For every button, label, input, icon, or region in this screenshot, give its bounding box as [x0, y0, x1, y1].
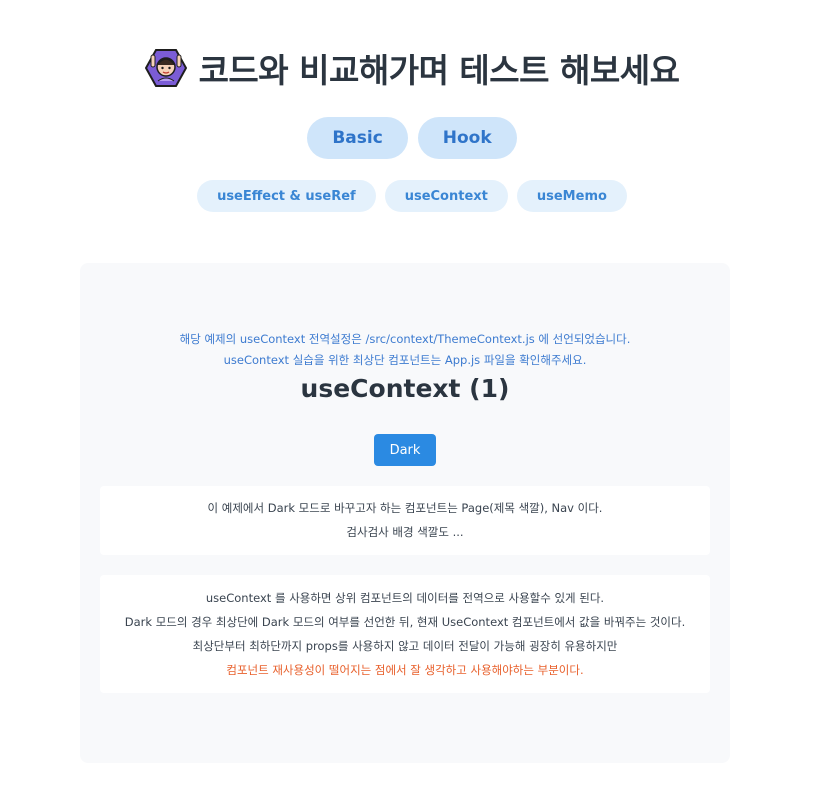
tab-hook[interactable]: Hook — [417, 117, 517, 159]
card-line: 이 예제에서 Dark 모드로 바꾸고자 하는 컴포넌트는 Page(제목 색깔… — [207, 501, 603, 515]
subtab-usememo[interactable]: useMemo — [516, 180, 627, 212]
page-title: 코드와 비교해가며 테스트 해보세요 — [198, 51, 680, 90]
card-line: 검사검사 배경 색깔도 ... — [346, 525, 464, 539]
explanation-card: useContext 를 사용하면 상위 컴포넌트의 데이터를 전역으로 사용할… — [100, 575, 710, 693]
card-line: 최상단부터 최하단까지 props를 사용하지 않고 데이터 전달이 가능해 굉… — [192, 639, 618, 653]
card-line: Dark 모드의 경우 최상단에 Dark 모드의 여부를 선언한 뒤, 현재 … — [124, 615, 686, 629]
dark-mode-button[interactable]: Dark — [374, 434, 436, 466]
tab-basic[interactable]: Basic — [307, 117, 408, 159]
content-panel: 해당 예제의 useContext 전역설정은 /src/context/The… — [80, 263, 730, 763]
raising-hand-person-icon — [144, 47, 187, 89]
notice-line: 해당 예제의 useContext 전역설정은 /src/context/The… — [179, 332, 631, 346]
info-card: 이 예제에서 Dark 모드로 바꾸고자 하는 컴포넌트는 Page(제목 색깔… — [100, 486, 710, 555]
page-header: 코드와 비교해가며 테스트 해보세요 — [0, 44, 824, 92]
subtab-useeffect-useref[interactable]: useEffect & useRef — [197, 180, 376, 212]
main-tab-bar: Basic Hook — [0, 117, 824, 159]
section-title: useContext (1) — [300, 374, 510, 403]
warning-line: 컴포넌트 재사용성이 떨어지는 점에서 잘 생각하고 사용해야하는 부분이다. — [226, 663, 584, 677]
subtab-usecontext[interactable]: useContext — [384, 180, 508, 212]
notice-line: useContext 실습을 위한 최상단 컴포넌트는 App.js 파일을 확… — [223, 353, 587, 367]
sub-tab-bar: useEffect & useRef useContext useMemo — [0, 180, 824, 212]
card-line: useContext 를 사용하면 상위 컴포넌트의 데이터를 전역으로 사용할… — [205, 591, 605, 605]
notice-text: 해당 예제의 useContext 전역설정은 /src/context/The… — [80, 329, 730, 371]
